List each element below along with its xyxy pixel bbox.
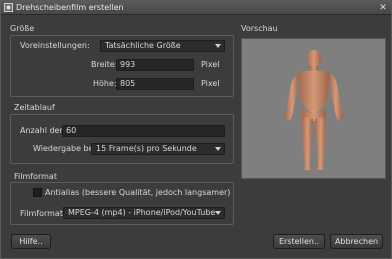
- height-label: Höhe:: [93, 79, 117, 88]
- format-select[interactable]: MPEG-4 (mp4) - iPhone/iPod/YouTube: [63, 207, 225, 219]
- time-group-label: Zeitablauf: [14, 103, 55, 112]
- frames-input[interactable]: 60: [62, 125, 225, 137]
- width-label: Breite:: [91, 60, 118, 69]
- title-bar[interactable]: Drehscheibenfilm erstellen ✕: [1, 1, 391, 15]
- human-figure-image: [285, 50, 343, 170]
- format-value: MPEG-4 (mp4) - iPhone/iPod/YouTube: [68, 208, 216, 217]
- preset-label: Voreinstellungen:: [20, 41, 90, 50]
- size-group-label: Größe: [10, 24, 35, 33]
- preset-value: Tatsächliche Größe: [105, 41, 181, 50]
- playback-label: Wiedergabe bei:: [33, 144, 99, 153]
- playback-select[interactable]: 15 Frame(s) pro Sekunde: [91, 143, 225, 155]
- height-input[interactable]: 805: [116, 78, 194, 90]
- format-group-label: Filmformat: [14, 172, 57, 181]
- chevron-down-icon: [215, 147, 221, 151]
- height-unit: Pixel: [201, 79, 220, 88]
- close-icon[interactable]: ✕: [378, 3, 388, 13]
- preview-pane: [241, 38, 386, 179]
- create-button[interactable]: Erstellen..: [273, 234, 325, 249]
- preset-select[interactable]: Tatsächliche Größe: [100, 40, 225, 52]
- time-group: [10, 114, 234, 164]
- antialias-checkbox[interactable]: [33, 188, 42, 197]
- chevron-down-icon: [215, 211, 221, 215]
- chevron-down-icon: [215, 44, 221, 48]
- width-unit: Pixel: [201, 60, 220, 69]
- preview-label: Vorschau: [241, 24, 278, 33]
- antialias-label[interactable]: Antialias (bessere Qualität, jedoch lang…: [45, 188, 230, 198]
- width-input[interactable]: 993: [116, 59, 194, 71]
- playback-value: 15 Frame(s) pro Sekunde: [96, 144, 197, 153]
- help-button[interactable]: Hilfe..: [11, 234, 51, 249]
- format-label: Filmformat:: [20, 209, 66, 218]
- dialog-window: Drehscheibenfilm erstellen ✕ Größe Vorei…: [0, 0, 392, 259]
- app-icon: [4, 3, 13, 12]
- window-title: Drehscheibenfilm erstellen: [16, 3, 124, 12]
- cancel-button[interactable]: Abbrechen: [330, 234, 383, 249]
